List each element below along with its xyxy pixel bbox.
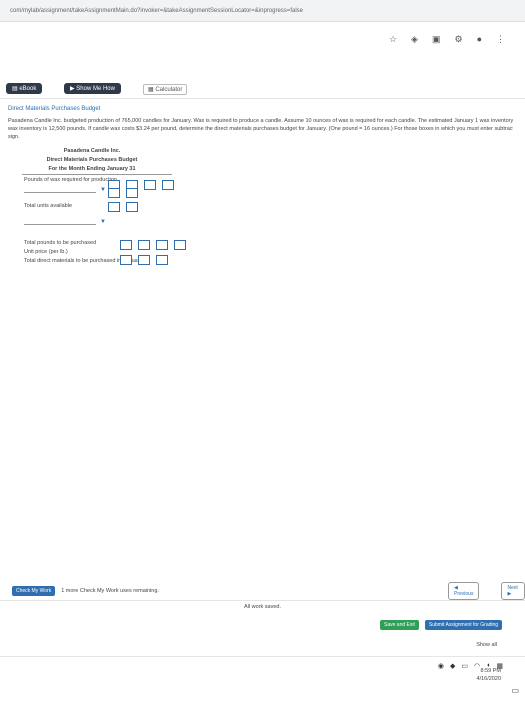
show-me-how-button[interactable]: ▶ Show Me How <box>64 83 121 94</box>
profile-icon[interactable]: ● <box>477 34 482 45</box>
row-total-available-inputs <box>108 202 138 212</box>
problem-text-line-2: wax inventory is 12,500 pounds. If candl… <box>8 126 513 132</box>
battery-icon[interactable]: ▭ <box>461 662 468 670</box>
amount-input[interactable] <box>138 240 150 250</box>
row-total-materials-inputs <box>120 255 168 265</box>
all-work-saved: All work saved. <box>244 604 281 610</box>
budget-name: Direct Materials Purchases Budget <box>46 157 138 163</box>
clock[interactable]: 8:59 PM 4/16/2020 <box>477 667 501 683</box>
extension-icon[interactable]: ▣ <box>432 34 441 45</box>
assignment-actions: Save and Exit Submit Assignment for Grad… <box>380 620 503 630</box>
row-pounds-purchased-label: Total pounds to be purchased <box>24 240 97 246</box>
amount-input[interactable] <box>174 240 186 250</box>
chrome-icon[interactable]: ◉ <box>438 662 444 670</box>
clock-time: 8:59 PM <box>480 668 501 674</box>
amount-input[interactable] <box>108 202 120 212</box>
row-wax-required-label: Pounds of wax required for production <box>24 177 117 183</box>
clock-date: 4/16/2020 <box>476 676 501 682</box>
dropbox-icon[interactable]: ◆ <box>450 662 455 670</box>
next-button[interactable]: Next ▶ <box>501 582 525 600</box>
show-all-link[interactable]: Show all <box>476 642 497 648</box>
calculator-button[interactable]: ▦ Calculator <box>143 84 188 95</box>
notifications-icon[interactable]: ▭ <box>511 686 519 695</box>
menu-icon[interactable]: ⋮ <box>496 34 505 45</box>
row-pounds-purchased-inputs <box>120 240 186 250</box>
amount-input[interactable] <box>144 180 156 190</box>
amount-input[interactable] <box>138 255 150 265</box>
amount-input[interactable] <box>120 255 132 265</box>
amount-input[interactable] <box>156 240 168 250</box>
check-work-remaining: 1 more Check My Work uses remaining. <box>61 588 159 594</box>
header-divider <box>22 174 172 175</box>
submit-button[interactable]: Submit Assignment for Grading <box>424 620 503 630</box>
amount-input[interactable] <box>108 188 120 198</box>
address-bar[interactable]: com/mylab/assignment/takeAssignmentMain.… <box>0 0 525 22</box>
amount-input[interactable] <box>120 240 132 250</box>
chevron-right-icon: ▶ <box>507 591 512 597</box>
settings-icon[interactable]: ⚙ <box>454 34 462 45</box>
ebook-button[interactable]: ▤ eBook <box>6 83 43 94</box>
check-work-row: Check My Work 1 more Check My Work uses … <box>12 586 159 596</box>
amount-input[interactable] <box>126 202 138 212</box>
dropdown-arrow-icon[interactable]: ▼ <box>100 187 106 193</box>
star-icon[interactable]: ☆ <box>389 34 397 45</box>
amount-input[interactable] <box>126 188 138 198</box>
pagination: ◀ Previous Next ▶ <box>448 582 525 600</box>
amount-input[interactable] <box>156 255 168 265</box>
url-text: com/mylab/assignment/takeAssignmentMain.… <box>10 8 303 14</box>
row-total-available-label: Total units available <box>24 203 73 209</box>
amount-input[interactable] <box>162 180 174 190</box>
save-exit-button[interactable]: Save and Exit <box>380 620 419 630</box>
budget-period: For the Month Ending January 31 <box>48 166 136 172</box>
problem-text-line-3: sign. <box>8 134 20 140</box>
previous-button[interactable]: ◀ Previous <box>448 582 480 600</box>
row-2-inputs <box>108 188 138 198</box>
dropdown-arrow-icon[interactable]: ▼ <box>100 219 106 225</box>
check-my-work-button[interactable]: Check My Work <box>12 586 56 596</box>
budget-company: Pasadena Candle Inc. <box>63 148 121 154</box>
problem-title: Direct Materials Purchases Budget <box>8 106 101 112</box>
browser-toolbar-icons: ☆ ◈ ▣ ⚙ ● ⋮ <box>389 34 505 45</box>
row-unit-price-label: Unit price (per lb.) <box>24 249 68 255</box>
problem-text-line-1: Pasadena Candle Inc. budgeted production… <box>8 118 513 124</box>
shield-icon[interactable]: ◈ <box>411 34 418 45</box>
row-select-1[interactable] <box>24 192 96 193</box>
row-select-2[interactable] <box>24 224 96 225</box>
